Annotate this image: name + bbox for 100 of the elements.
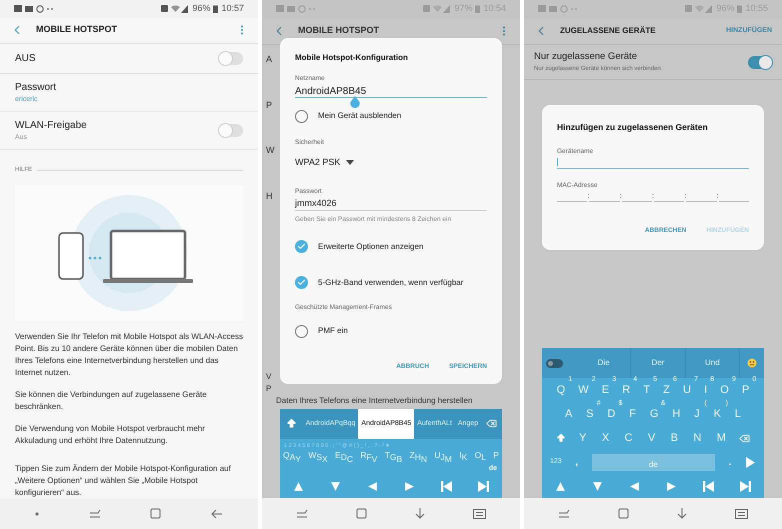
space-bar[interactable]: de bbox=[592, 454, 715, 470]
backspace-icon[interactable] bbox=[486, 418, 498, 430]
checkbox[interactable] bbox=[295, 240, 308, 253]
home-icon[interactable] bbox=[150, 508, 162, 520]
skip-forward-icon[interactable] bbox=[478, 480, 489, 492]
key[interactable]: B bbox=[396, 454, 402, 464]
key[interactable]: L bbox=[481, 452, 486, 462]
key[interactable]: L bbox=[732, 406, 743, 422]
key[interactable]: A bbox=[290, 452, 296, 462]
keyboard-icon[interactable] bbox=[735, 508, 748, 518]
cursor-down-icon[interactable] bbox=[330, 480, 341, 492]
dialog-title: Mobile Hotspot-Konfiguration bbox=[295, 52, 409, 64]
toggle-switch[interactable] bbox=[748, 56, 772, 68]
input-field[interactable]: jmmx4026 bbox=[295, 196, 487, 212]
cursor-up-icon[interactable] bbox=[293, 480, 304, 492]
toggle-switch[interactable] bbox=[219, 52, 243, 65]
cursor-down-icon[interactable] bbox=[592, 480, 603, 492]
home-icon[interactable] bbox=[356, 508, 367, 519]
key[interactable]: X bbox=[322, 454, 328, 464]
key[interactable]: N bbox=[420, 454, 428, 464]
battery-icon bbox=[737, 5, 742, 13]
keyboard-icon[interactable] bbox=[473, 508, 486, 518]
cursor-up-icon[interactable] bbox=[555, 480, 566, 492]
security-dropdown[interactable]: WPA2 PSK bbox=[295, 156, 487, 169]
skip-forward-icon[interactable] bbox=[740, 480, 751, 492]
key[interactable]: Y bbox=[577, 430, 588, 446]
help-paragraph: Sie können die Verbindungen auf zugelassene Geräte beschränken. bbox=[15, 388, 208, 413]
key[interactable]: U bbox=[434, 450, 440, 460]
key[interactable]: B bbox=[668, 430, 680, 446]
key[interactable]: F bbox=[366, 452, 372, 462]
hide-keyboard-icon[interactable] bbox=[415, 508, 425, 519]
cursor-left-icon[interactable] bbox=[367, 480, 378, 492]
page-title: ZUGELASSENE GERÄTE bbox=[560, 25, 657, 37]
key[interactable]: G bbox=[390, 452, 397, 462]
skip-back-icon[interactable] bbox=[441, 480, 452, 492]
emoji-icon[interactable] bbox=[746, 358, 757, 368]
key[interactable]: H bbox=[414, 452, 421, 462]
key[interactable]: W bbox=[308, 450, 316, 460]
key[interactable]: M bbox=[714, 430, 728, 446]
radio-button[interactable] bbox=[295, 324, 308, 338]
radio-button[interactable] bbox=[295, 110, 308, 123]
key[interactable]: A bbox=[562, 406, 574, 422]
background-text: V bbox=[266, 370, 272, 383]
key[interactable]: H bbox=[670, 406, 682, 422]
background-text: P bbox=[266, 98, 272, 112]
key[interactable]: C bbox=[346, 454, 353, 464]
recent-apps-icon[interactable] bbox=[558, 508, 570, 518]
key[interactable]: P bbox=[493, 450, 499, 460]
status-icons bbox=[685, 5, 714, 13]
status-icons bbox=[423, 5, 452, 13]
backspace-icon[interactable] bbox=[739, 432, 750, 444]
cursor-right-icon[interactable] bbox=[666, 480, 677, 492]
key[interactable]: Z bbox=[410, 450, 415, 460]
period-key[interactable]: . bbox=[723, 454, 737, 470]
page-title: MOBILE HOTSPOT bbox=[298, 24, 380, 38]
key[interactable]: X bbox=[600, 430, 612, 446]
cursor-right-icon[interactable] bbox=[404, 480, 415, 492]
help-paragraph: Verwenden Sie Ihr Telefon mit Mobile Hotspot als WLAN-Access Point. Bis zu 10 andere Geräte können über die mobilen Daten Ihres Telefons eine Internetverbindung herstellen und das Internet nutzen. bbox=[15, 330, 243, 379]
recent-apps-icon[interactable] bbox=[296, 508, 308, 518]
key[interactable]: D bbox=[340, 452, 347, 462]
hide-keyboard-icon[interactable] bbox=[677, 508, 687, 519]
help-paragraph: Tippen Sie zum Ändern der Mobile Hotspot-Konfiguration auf „Weitere Optionen“ und wählen Sie „Mobile Hotspot konfigurieren“ aus. bbox=[15, 462, 232, 499]
help-paragraph: Die Verwendung von Mobile Hotspot verbraucht mehr Akkuladung und erhöht Ihre Datennutzung. bbox=[15, 422, 206, 447]
key[interactable]: M bbox=[444, 454, 452, 464]
checkbox[interactable] bbox=[295, 276, 308, 289]
page-title: MOBILE HOTSPOT bbox=[36, 23, 118, 36]
input-field[interactable]: AndroidAP8B45 bbox=[295, 84, 487, 98]
battery-percentage: 96% bbox=[192, 2, 210, 15]
key[interactable]: E bbox=[335, 450, 341, 460]
setting-label: WLAN-Freigabe bbox=[15, 118, 88, 133]
enter-icon[interactable] bbox=[745, 456, 756, 468]
skip-back-icon[interactable] bbox=[703, 480, 714, 492]
key[interactable]: N bbox=[691, 430, 704, 446]
key[interactable]: I bbox=[459, 450, 462, 460]
key[interactable]: T bbox=[384, 450, 390, 460]
key[interactable]: Q bbox=[283, 450, 290, 460]
key[interactable]: V bbox=[646, 430, 658, 446]
background-text: H bbox=[266, 190, 272, 202]
key[interactable]: O bbox=[474, 450, 482, 460]
shift-icon[interactable] bbox=[286, 418, 297, 430]
key[interactable]: Y bbox=[295, 454, 301, 464]
cursor-left-icon[interactable] bbox=[629, 480, 640, 492]
input-field[interactable] bbox=[557, 156, 749, 168]
key[interactable]: F bbox=[627, 406, 638, 422]
key[interactable]: J bbox=[440, 452, 445, 462]
key[interactable]: V bbox=[372, 454, 378, 464]
text-cursor-handle-icon[interactable] bbox=[350, 96, 360, 108]
back-icon[interactable] bbox=[211, 508, 224, 519]
key[interactable]: S bbox=[316, 452, 322, 462]
key[interactable]: R bbox=[360, 450, 366, 460]
shift-icon[interactable] bbox=[556, 433, 566, 443]
comma-key[interactable]: , bbox=[570, 454, 584, 470]
option-label: PMF ein bbox=[318, 325, 348, 338]
key[interactable]: C bbox=[622, 430, 634, 446]
recent-apps-icon[interactable] bbox=[88, 508, 101, 519]
toggle-switch[interactable] bbox=[219, 124, 243, 137]
home-icon[interactable] bbox=[618, 508, 629, 519]
key[interactable]: K bbox=[462, 452, 468, 462]
toggle-icon[interactable] bbox=[546, 358, 563, 368]
option-label: Erweiterte Optionen anzeigen bbox=[318, 240, 424, 252]
